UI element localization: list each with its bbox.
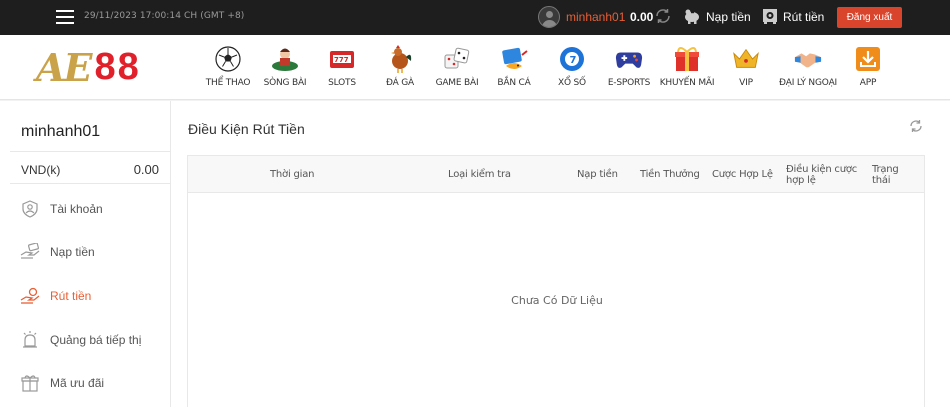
nav-item-label: ĐÁ GÀ [386, 78, 414, 88]
slot-machine-icon: 777 [328, 45, 356, 73]
marketing-icon [20, 330, 40, 350]
nav-item-casino[interactable]: SÒNG BÀI [255, 45, 315, 88]
top-balance: 0.00 [630, 10, 654, 24]
rooster-icon [386, 45, 414, 73]
sidebar-item-label: Rút tiền [50, 289, 92, 303]
currency-label: VND(k) [21, 163, 61, 177]
column-header-deposit: Nạp tiền [577, 169, 618, 180]
nav-item-fishing[interactable]: BẮN CÁ [484, 45, 544, 88]
svg-text:777: 777 [334, 56, 349, 64]
column-header-time: Thời gian [270, 169, 315, 180]
column-header-valid-bet-condition: Điều kiện cược hợp lệ [786, 164, 858, 186]
sidebar-item-marketing[interactable]: Quảng bá tiếp thị [20, 329, 141, 351]
svg-text:7: 7 [570, 55, 577, 66]
nav-item-label: E-SPORTS [607, 78, 651, 88]
sidebar-item-label: Mã ưu đãi [50, 376, 105, 390]
sidebar-item-withdraw[interactable]: Rút tiền [20, 285, 91, 307]
balance-amount: 0.00 [133, 162, 159, 177]
nav-item-esports[interactable]: E-SPORTS [599, 45, 659, 88]
sidebar-username: minhanh01 [21, 123, 101, 140]
nav-item-vip[interactable]: VIP [716, 45, 776, 88]
sidebar-item-label: Tài khoản [50, 202, 103, 216]
lottery-ball-icon: 7 [558, 45, 586, 73]
nav-item-label: KHUYẾN MÃI [659, 78, 715, 88]
dice-icon [443, 45, 471, 73]
nav-item-label: SÒNG BÀI [263, 78, 307, 88]
piggy-bank-icon [683, 7, 701, 28]
sidebar-item-account[interactable]: Tài khoản [20, 198, 103, 220]
refresh-icon[interactable] [909, 119, 923, 133]
nav-item-lottery[interactable]: 7 XỔ SỐ [542, 45, 602, 88]
download-icon [854, 45, 882, 73]
handshake-icon [794, 45, 822, 73]
column-header-bonus: Tiền Thưởng [640, 169, 700, 180]
sidebar-balance-row: VND(k) 0.00 [10, 151, 171, 184]
nav-item-card-games[interactable]: GAME BÀI [427, 45, 487, 88]
account-sidebar: minhanh01 VND(k) 0.00 Tài khoản Nạp tiền… [0, 101, 171, 407]
nav-item-agency[interactable]: ĐẠI LÝ NGOẠI [778, 45, 838, 88]
gift-icon [673, 45, 701, 73]
nav-item-sports[interactable]: THỂ THAO [198, 45, 258, 88]
top-bar: 29/11/2023 17:00:14 CH (GMT +8) minhanh0… [0, 0, 950, 35]
nav-item-label: XỔ SỐ [558, 78, 586, 88]
column-header-valid-bet: Cược Hợp Lệ [712, 169, 773, 180]
withdraw-hand-icon [20, 286, 40, 306]
top-deposit-label: Nạp tiền [706, 10, 751, 24]
nav-item-cockfight[interactable]: ĐÁ GÀ [370, 45, 430, 88]
nav-item-label: ĐẠI LÝ NGOẠI [778, 78, 838, 88]
gamepad-icon [615, 45, 643, 73]
nav-item-label: BẮN CÁ [497, 78, 531, 88]
top-withdraw-label: Rút tiền [783, 10, 825, 24]
table-body: Chưa Có Dữ Liệu [187, 193, 925, 407]
column-header-check-type: Loại kiểm tra [448, 169, 511, 180]
main-content: Điều Kiện Rút Tiền Thời gian Loại kiểm t… [171, 101, 950, 407]
top-deposit-button[interactable]: Nạp tiền [683, 7, 751, 27]
sidebar-item-label: Quảng bá tiếp thị [50, 333, 142, 347]
sidebar-item-promo-code[interactable]: Mã ưu đãi [20, 372, 104, 394]
nav-item-slots[interactable]: 777 SLOTS [312, 45, 372, 88]
top-withdraw-button[interactable]: Rút tiền [762, 7, 824, 27]
table-header: Thời gian Loại kiểm tra Nạp tiền Tiền Th… [187, 155, 925, 193]
fish-shooting-icon [500, 45, 528, 73]
user-shield-icon [20, 199, 40, 219]
coupon-gift-icon [20, 373, 40, 393]
sidebar-item-label: Nạp tiền [50, 245, 95, 259]
top-username[interactable]: minhanh01 [566, 10, 625, 24]
datetime-display: 29/11/2023 17:00:14 CH (GMT +8) [84, 11, 245, 21]
nav-item-promotions[interactable]: KHUYẾN MÃI [657, 45, 717, 88]
soccer-ball-icon [214, 45, 242, 73]
logout-button[interactable]: Đăng xuất [837, 7, 902, 28]
nav-item-label: APP [859, 78, 877, 88]
refresh-balance-icon[interactable] [654, 7, 672, 25]
nav-item-app[interactable]: APP [838, 45, 898, 88]
sidebar-item-deposit[interactable]: Nạp tiền [20, 241, 95, 263]
nav-item-label: GAME BÀI [435, 78, 479, 88]
page-title: Điều Kiện Rút Tiền [188, 121, 305, 137]
logo-letters: AE [36, 44, 92, 90]
column-header-status: Trạng thái [872, 164, 899, 186]
main-nav: AE 88 THỂ THAO SÒNG BÀI 777 SLOTS ĐÁ GÀ … [0, 35, 950, 100]
avatar[interactable] [538, 6, 560, 28]
empty-state-text: Chưa Có Dữ Liệu [511, 294, 603, 307]
nav-item-label: SLOTS [328, 78, 356, 88]
deposit-hand-icon [20, 242, 40, 262]
safe-icon [762, 8, 778, 27]
logo-number: 88 [94, 45, 141, 88]
brand-logo[interactable]: AE 88 [36, 44, 172, 90]
crown-icon [732, 45, 760, 73]
hamburger-menu-icon[interactable] [56, 10, 74, 24]
nav-item-label: VIP [739, 78, 753, 88]
nav-item-label: THỂ THAO [205, 78, 251, 88]
casino-dealer-icon [271, 45, 299, 73]
